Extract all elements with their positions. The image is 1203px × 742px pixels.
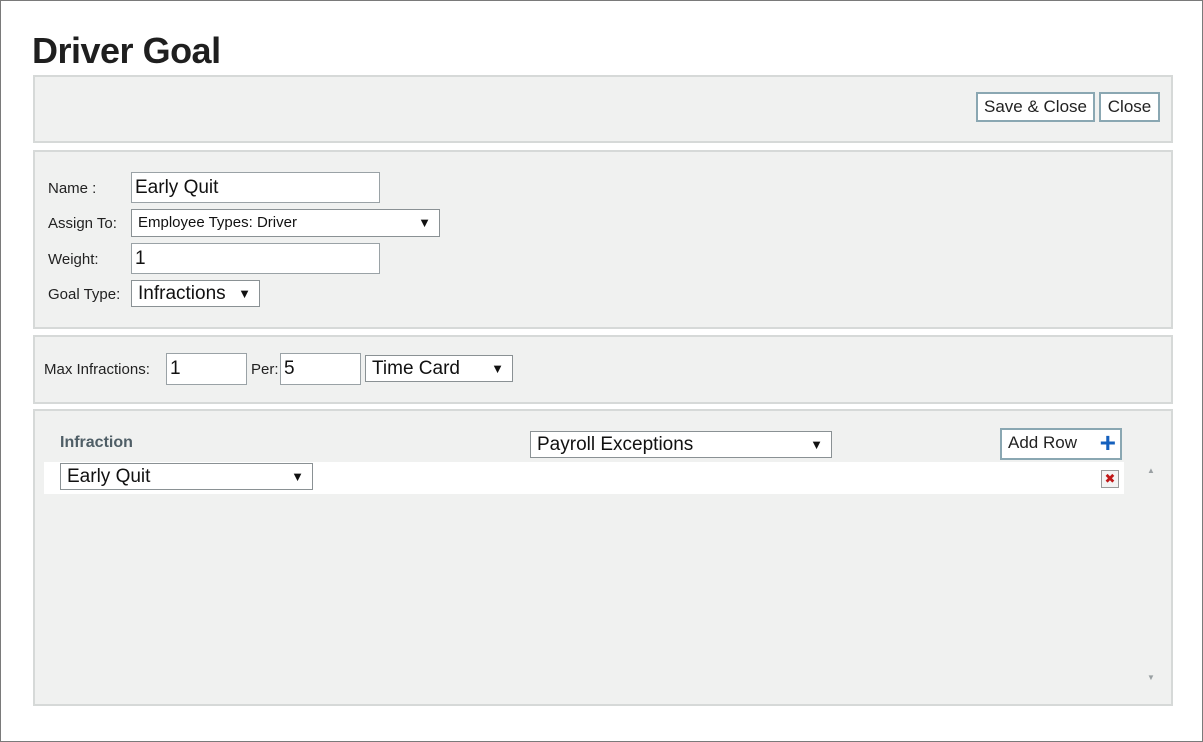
caret-down-icon: ▼ bbox=[491, 361, 504, 376]
name-input[interactable]: Early Quit bbox=[131, 172, 380, 203]
caret-down-icon: ▼ bbox=[238, 286, 251, 301]
per-label: Per: bbox=[251, 361, 279, 378]
plus-icon: + bbox=[1099, 427, 1116, 458]
max-infractions-label: Max Infractions: bbox=[44, 361, 150, 378]
scroll-up-icon[interactable]: ▲ bbox=[1147, 466, 1155, 475]
goal-type-select[interactable]: Infractions ▼ bbox=[131, 280, 260, 307]
infraction-select[interactable]: Early Quit ▼ bbox=[60, 463, 313, 490]
infraction-column-header: Infraction bbox=[60, 434, 133, 451]
delete-x-icon[interactable]: ✖ bbox=[1101, 470, 1119, 488]
assign-to-value: Employee Types: Driver bbox=[138, 214, 297, 231]
caret-down-icon: ▼ bbox=[418, 215, 431, 230]
save-close-button[interactable]: Save & Close bbox=[976, 92, 1095, 122]
close-button[interactable]: Close bbox=[1099, 92, 1160, 122]
caret-down-icon: ▼ bbox=[291, 469, 304, 484]
add-row-button[interactable]: Add Row + bbox=[1000, 428, 1122, 460]
category-value: Payroll Exceptions bbox=[537, 434, 694, 455]
caret-down-icon: ▼ bbox=[810, 437, 823, 452]
name-label: Name : bbox=[48, 180, 97, 197]
period-unit-value: Time Card bbox=[372, 358, 460, 379]
page-title: Driver Goal bbox=[32, 30, 221, 71]
goal-type-label: Goal Type: bbox=[48, 286, 121, 303]
assign-to-label: Assign To: bbox=[48, 215, 117, 232]
infraction-value: Early Quit bbox=[67, 466, 151, 487]
weight-label: Weight: bbox=[48, 251, 99, 268]
goal-type-value: Infractions bbox=[138, 283, 226, 304]
per-input[interactable]: 5 bbox=[280, 353, 361, 385]
scroll-down-icon[interactable]: ▼ bbox=[1147, 673, 1155, 682]
assign-to-select[interactable]: Employee Types: Driver ▼ bbox=[131, 209, 440, 237]
period-unit-select[interactable]: Time Card ▼ bbox=[365, 355, 513, 382]
category-select[interactable]: Payroll Exceptions ▼ bbox=[530, 431, 832, 458]
max-infractions-input[interactable]: 1 bbox=[166, 353, 247, 385]
add-row-label: Add Row bbox=[1008, 433, 1077, 452]
weight-input[interactable]: 1 bbox=[131, 243, 380, 274]
